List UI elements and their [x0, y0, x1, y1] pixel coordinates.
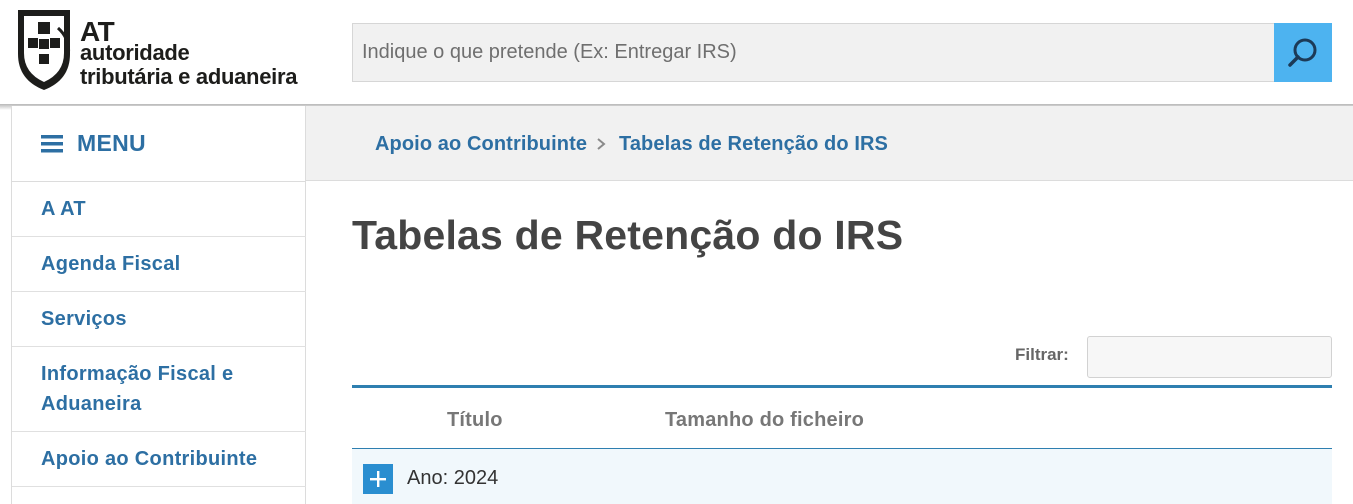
plus-icon [370, 471, 386, 487]
breadcrumb-item-tabelas-retencao[interactable]: Tabelas de Retenção do IRS [619, 133, 888, 156]
expand-button[interactable] [363, 464, 393, 494]
sidebar-item-label: A AT [41, 198, 86, 220]
page-title: Tabelas de Retenção do IRS [352, 212, 904, 258]
filter-label: Filtrar: [1015, 345, 1069, 364]
sidebar-item-agenda-fiscal[interactable]: Agenda Fiscal [12, 237, 306, 292]
sidebar-item-label: Informação Fiscal e Aduaneira [41, 363, 234, 415]
menu-toggle-button[interactable]: MENU [12, 106, 306, 182]
sidebar-item-servicos[interactable]: Serviços [12, 292, 306, 347]
sidebar-item-label: Agenda Fiscal [41, 253, 181, 275]
sidebar-item-informacao-fiscal[interactable]: Informação Fiscal e Aduaneira [12, 347, 306, 432]
breadcrumb-item-apoio-contribuinte[interactable]: Apoio ao Contribuinte [375, 133, 587, 156]
at-logo[interactable]: AT autoridade tributária e aduaneira [14, 6, 334, 92]
sidebar-item-label: Serviços [41, 308, 127, 330]
logo-text-line1: autoridade [80, 40, 190, 65]
table-top-border [352, 385, 1332, 388]
portugal-shield-icon [18, 10, 70, 90]
search-input[interactable] [352, 23, 1274, 82]
sidebar-menu: MENU A AT Agenda Fiscal Serviços Informa… [11, 106, 306, 504]
filter-input[interactable] [1087, 336, 1332, 378]
search-icon [1288, 38, 1317, 67]
chevron-right-icon [597, 138, 606, 150]
sidebar-item-a-at[interactable]: A AT [12, 182, 306, 237]
column-header-titulo[interactable]: Título [447, 409, 503, 432]
menu-label: MENU [77, 130, 146, 156]
hamburger-icon [41, 134, 63, 152]
table-group-row[interactable]: Ano: 2024 [352, 449, 1332, 504]
search-button[interactable] [1274, 23, 1332, 82]
group-label: Ano: 2024 [407, 467, 499, 489]
sidebar-item-label: Apoio ao Contribuinte [41, 448, 258, 470]
site-header: AT autoridade tributária e aduaneira [0, 0, 1353, 106]
breadcrumb: Apoio ao Contribuinte Tabelas de Retençã… [306, 106, 1353, 181]
logo-text-line2: tributária e aduaneira [80, 64, 298, 89]
sidebar-item-apoio-contribuinte[interactable]: Apoio ao Contribuinte [12, 432, 306, 487]
search-bar [352, 23, 1332, 82]
column-header-tamanho[interactable]: Tamanho do ficheiro [665, 409, 864, 432]
